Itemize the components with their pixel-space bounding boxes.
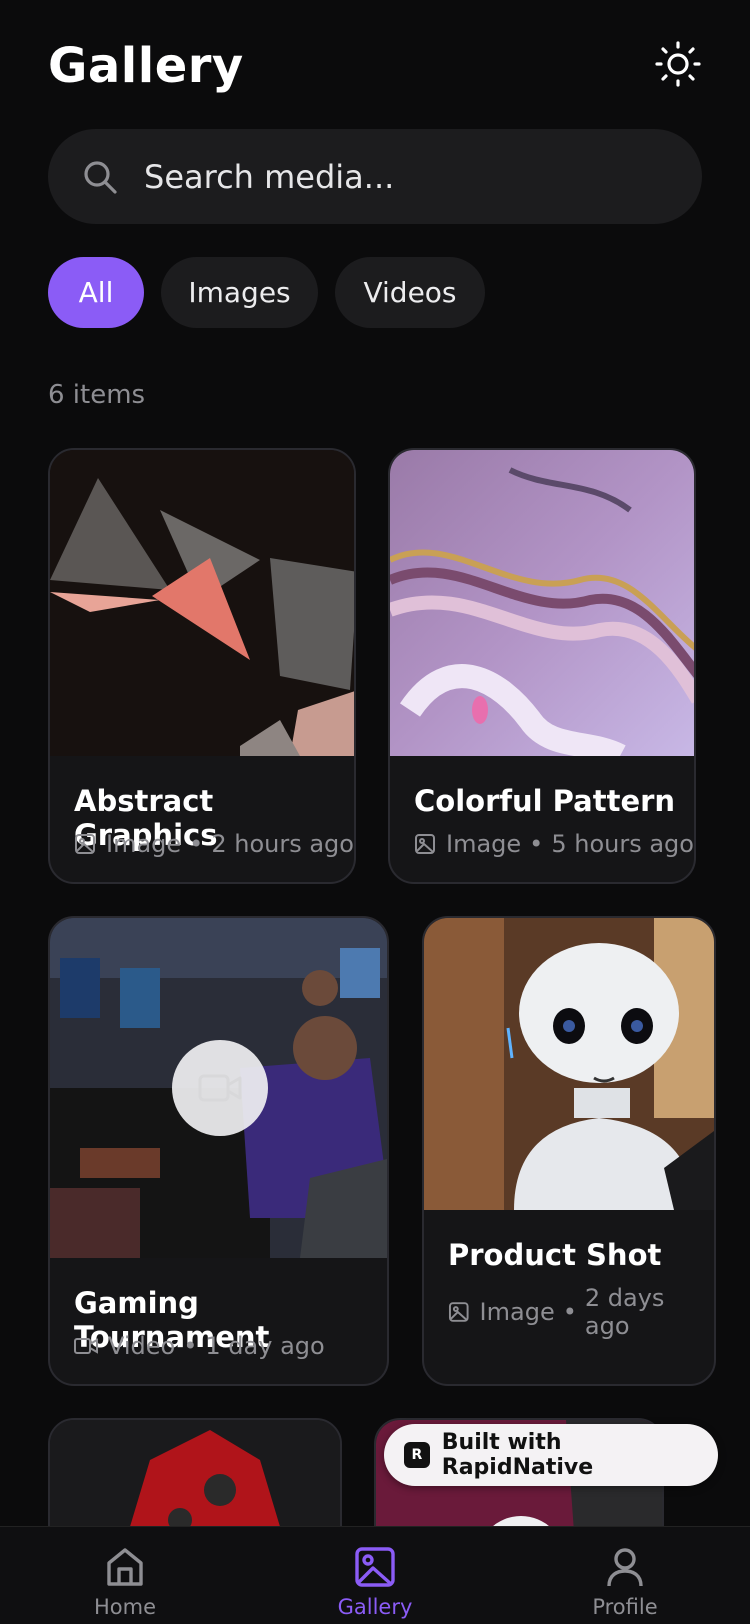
timestamp: 2 hours ago — [211, 830, 354, 858]
card-title: Colorful Pattern — [414, 784, 676, 818]
header: Gallery — [48, 36, 702, 96]
bottom-tab-bar: Home Gallery Profile — [0, 1526, 750, 1624]
tab-label: Home — [93, 1595, 156, 1619]
card-meta: Image • 2 days ago — [448, 1284, 714, 1340]
tab-label: Gallery — [337, 1595, 413, 1619]
card-meta: Image • 2 hours ago — [74, 830, 354, 858]
user-icon — [607, 1548, 643, 1587]
media-type: Image — [479, 1298, 555, 1326]
timestamp: 5 hours ago — [551, 830, 694, 858]
sun-icon — [655, 41, 701, 87]
separator: • — [562, 1298, 577, 1326]
search-bar[interactable] — [48, 129, 702, 224]
filter-images-chip[interactable]: Images — [161, 257, 318, 328]
filter-all-chip[interactable]: All — [48, 257, 144, 328]
tab-label: Profile — [592, 1595, 658, 1619]
image-icon — [448, 1302, 469, 1322]
timestamp: 2 days ago — [584, 1284, 665, 1340]
media-type: Image — [106, 830, 182, 858]
separator: • — [529, 830, 544, 858]
rapidnative-logo-icon: R — [404, 1442, 430, 1468]
media-card[interactable]: Gaming Tournament Video • 1 day ago — [48, 916, 389, 1386]
video-icon — [74, 1338, 98, 1354]
media-type: Video — [108, 1332, 176, 1360]
image-icon — [75, 834, 95, 854]
filter-chips: All Images Videos — [48, 257, 485, 328]
home-icon — [107, 1548, 143, 1586]
badge-label: Built with RapidNative — [441, 1430, 594, 1480]
media-card[interactable]: Abstract Graphics Image • 2 hours ago — [48, 448, 356, 884]
item-count: 6 items — [48, 380, 146, 410]
search-icon — [84, 160, 117, 194]
product-shot-thumbnail — [424, 918, 714, 1210]
filter-videos-chip[interactable]: Videos — [335, 257, 485, 328]
tab-profile[interactable]: Profile — [555, 1545, 695, 1619]
media-type: Image — [446, 830, 522, 858]
separator: • — [189, 830, 204, 858]
media-card[interactable]: Product Shot Image • 2 days ago — [422, 916, 716, 1386]
media-card[interactable]: Colorful Pattern Image • 5 hours ago — [388, 448, 696, 884]
tab-gallery[interactable]: Gallery — [305, 1545, 445, 1619]
gaming-tournament-thumbnail — [50, 918, 387, 1258]
built-with-badge[interactable]: R Built with RapidNative — [384, 1424, 718, 1486]
separator: • — [183, 1332, 198, 1360]
play-video-button[interactable] — [172, 1040, 268, 1136]
tab-home[interactable]: Home — [55, 1545, 195, 1619]
timestamp: 1 day ago — [205, 1332, 325, 1360]
colorful-pattern-thumbnail — [390, 450, 694, 756]
page-title: Gallery — [48, 38, 244, 94]
abstract-graphics-thumbnail — [50, 450, 354, 756]
theme-toggle-button[interactable] — [654, 40, 702, 88]
card-meta: Image • 5 hours ago — [414, 830, 694, 858]
image-icon — [415, 834, 435, 854]
image-icon — [355, 1547, 395, 1587]
video-camera-icon — [198, 1074, 242, 1102]
card-meta: Video • 1 day ago — [74, 1332, 325, 1360]
card-title: Product Shot — [448, 1238, 662, 1272]
search-input[interactable] — [144, 157, 644, 196]
